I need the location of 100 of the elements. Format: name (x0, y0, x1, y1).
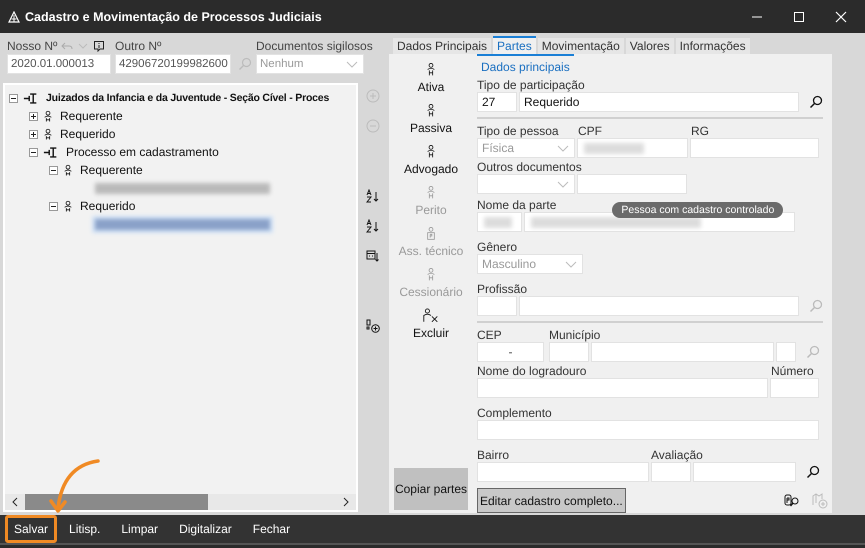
text-field[interactable] (591, 342, 774, 362)
collapse-icon[interactable] (9, 94, 18, 102)
code-field[interactable] (477, 296, 517, 316)
text-field[interactable] (477, 462, 649, 482)
person-icon (426, 185, 436, 200)
collapse-icon[interactable] (29, 148, 38, 156)
text-field[interactable] (477, 420, 819, 440)
code-field[interactable]: 27 (477, 92, 517, 112)
tree-item[interactable]: Requerente (80, 163, 143, 177)
process-icon (23, 92, 39, 104)
person-icon (63, 164, 73, 176)
field-label: CEP (477, 328, 503, 342)
tree-item[interactable]: Requerido (60, 127, 116, 141)
undo-icon[interactable] (61, 40, 74, 52)
tree-item[interactable]: Processo em cadastramento (66, 145, 219, 159)
expand-icon[interactable] (29, 112, 38, 120)
copy-parts-button[interactable]: Copiar partes (394, 468, 468, 510)
field-label: Nosso Nº (7, 38, 58, 52)
person-icon (43, 110, 53, 122)
close-icon[interactable] (835, 10, 847, 22)
role-button[interactable]: Excluir (412, 308, 449, 349)
field-label: Profissão (477, 281, 528, 296)
field-label: Bairro (477, 448, 510, 462)
chevron-down-icon (557, 145, 569, 153)
person-badge-icon (426, 226, 436, 241)
tree-item[interactable]: Juizados da Infancia e da Juventude - Seção Cível - Proces (46, 92, 330, 104)
tab[interactable]: Dados Principais (393, 38, 492, 54)
blurred-text[interactable] (95, 182, 270, 194)
scrollbar-thumb[interactable] (25, 494, 208, 510)
text-field[interactable] (477, 378, 768, 398)
horizontal-scrollbar[interactable] (5, 494, 356, 510)
field-label: Município (549, 328, 600, 342)
tooltip: Pessoa com cadastro controlado (612, 202, 784, 218)
text-field[interactable] (693, 462, 796, 482)
text-field[interactable]: 2020.01.000013 (7, 54, 111, 74)
text-field[interactable]: 42906720199982600 (115, 54, 231, 74)
text-field[interactable] (690, 138, 819, 158)
field-label: Gênero (477, 239, 518, 254)
chevron-down-icon (346, 61, 358, 69)
maximize-icon[interactable] (793, 10, 805, 22)
tab[interactable]: Informações (676, 38, 750, 54)
field-label: Nome da parte (477, 198, 556, 212)
scroll-right-icon[interactable] (342, 497, 350, 507)
field-label: Nome do logradouro (477, 364, 588, 378)
expand-icon[interactable] (29, 130, 38, 138)
collapse-icon[interactable] (49, 202, 58, 210)
collapse-icon[interactable] (49, 166, 58, 174)
field-label: RG (691, 124, 709, 138)
field-label: Tipo de pessoa (477, 124, 560, 138)
window-title: Cadastro e Movimentação de Processos Judiciais (25, 10, 322, 24)
field-label: Documentos sigilosos (256, 38, 373, 52)
text-field[interactable] (577, 138, 688, 158)
tree-item[interactable]: Requerido (80, 199, 136, 213)
person-icon (43, 128, 53, 140)
scroll-left-icon[interactable] (11, 497, 19, 507)
add-item-icon[interactable] (366, 319, 380, 333)
search-icon[interactable] (806, 465, 820, 479)
sort-descending-icon[interactable] (366, 219, 380, 233)
edit-record-button[interactable]: Editar cadastro completo... (477, 488, 626, 513)
tab[interactable]: Movimentação (538, 38, 624, 54)
code-field[interactable] (651, 462, 691, 482)
action-button[interactable]: Limpar (112, 515, 168, 543)
text-field[interactable] (770, 378, 819, 398)
person-icon (426, 267, 436, 282)
person-icon (426, 103, 436, 118)
chevron-down-icon (565, 261, 577, 269)
calendar-sort-icon[interactable] (366, 249, 380, 263)
role-button[interactable]: Advogado (404, 144, 458, 185)
action-button[interactable]: Litisp. (60, 515, 110, 543)
blurred-text[interactable] (95, 218, 270, 230)
field-label: CPF (578, 124, 603, 138)
person-icon (426, 144, 436, 159)
action-button[interactable]: Salvar (5, 515, 58, 543)
role-button[interactable]: Ativa (418, 62, 444, 103)
info-icon[interactable] (93, 40, 106, 52)
action-button[interactable]: Fechar (244, 515, 300, 543)
text-field[interactable]: Requerido (519, 92, 799, 112)
tab[interactable]: Valores (626, 38, 674, 54)
tab[interactable]: Partes (493, 36, 536, 54)
sort-ascending-icon[interactable] (366, 189, 380, 203)
process-icon (43, 146, 59, 158)
field-label: Outros documentos (477, 159, 582, 174)
dropdown[interactable] (477, 174, 575, 194)
text-field[interactable] (519, 296, 799, 316)
text-field[interactable] (577, 174, 687, 194)
role-button[interactable]: Passiva (410, 103, 452, 144)
person-search-icon[interactable] (784, 492, 800, 508)
search-icon[interactable] (809, 95, 823, 109)
chevron-down-icon (557, 181, 569, 189)
tree-item[interactable]: Requerente (60, 109, 123, 123)
zip-code-field[interactable]: - (477, 342, 544, 362)
code-field[interactable] (549, 342, 589, 362)
action-button[interactable]: Digitalizar (170, 515, 241, 543)
field-label: Outro Nº (115, 38, 162, 52)
add-map-icon[interactable] (812, 492, 828, 508)
subtab[interactable]: Dados principais (477, 54, 574, 76)
field-label: Avaliação (651, 448, 703, 462)
field-label: Número (771, 364, 814, 378)
code-field[interactable] (477, 212, 522, 232)
state-field[interactable] (776, 342, 796, 362)
